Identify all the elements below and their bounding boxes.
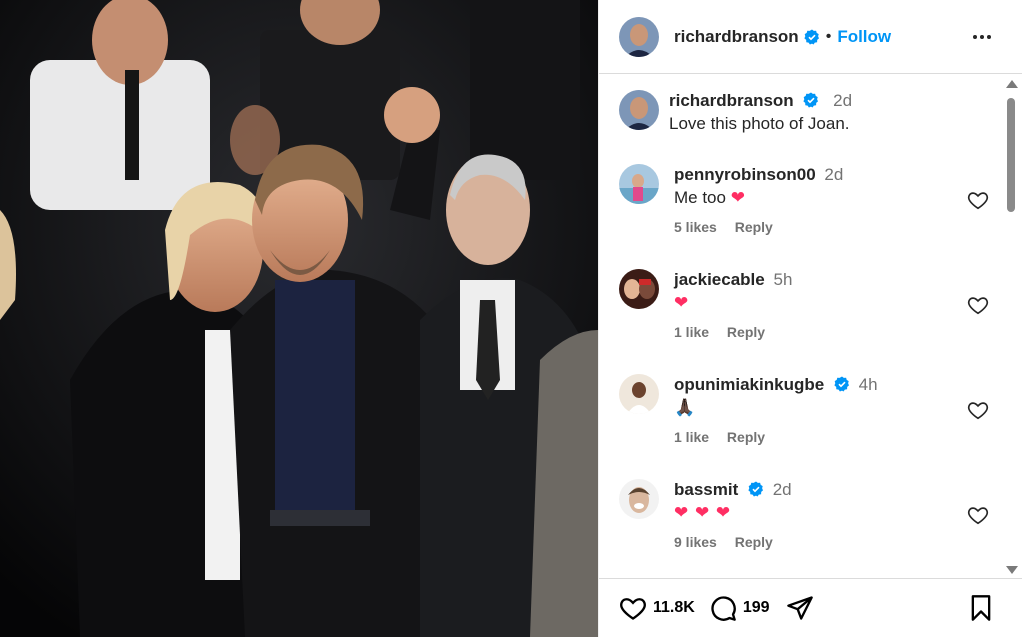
scroll-up-arrow-icon[interactable] [1006,80,1018,88]
caption-username[interactable]: richardbranson [669,91,794,110]
commenter-username[interactable]: pennyrobinson00 [674,165,816,184]
comment-likes[interactable]: 1 like [674,429,709,445]
comment-likes[interactable]: 9 likes [674,534,717,550]
commenter-avatar[interactable] [619,164,659,204]
separator-dot: • [825,27,832,45]
verified-icon [748,481,763,497]
commenter-username[interactable]: opunimiakinkugbe [674,375,824,394]
comment-time[interactable]: 4h [859,375,878,394]
post-header: richardbranson • Follow [599,0,1022,74]
post-photo[interactable] [0,0,598,637]
commenter-username[interactable]: bassmit [674,480,738,499]
comment-likes[interactable]: 1 like [674,324,709,340]
comment-time[interactable]: 2d [773,480,792,499]
reply-button[interactable]: Reply [727,429,765,445]
likes-count[interactable]: 11.8K [653,599,695,617]
comment-bubble-icon[interactable] [709,594,737,622]
heart-emoji: ❤ [674,293,689,312]
scroll-down-arrow-icon[interactable] [1006,566,1018,574]
like-comment-heart-icon[interactable] [967,399,989,421]
reply-button[interactable]: Reply [735,219,773,235]
author-avatar[interactable] [619,16,659,57]
share-paper-plane-icon[interactable] [786,594,814,622]
like-heart-icon[interactable] [619,594,647,622]
comment-time[interactable]: 2d [824,165,843,184]
comment-likes[interactable]: 5 likes [674,219,717,235]
author-avatar[interactable] [619,90,659,130]
comments-count[interactable]: 199 [743,599,770,617]
reply-button[interactable]: Reply [735,534,773,550]
commenter-username[interactable]: jackiecable [674,270,765,289]
commenter-avatar[interactable] [619,269,659,309]
praying-hands-emoji: 🙏🏿 [674,398,696,417]
like-comment-heart-icon[interactable] [967,189,989,211]
commenter-avatar[interactable] [619,374,659,414]
verified-icon [804,29,819,44]
verified-icon [803,92,819,108]
caption-time[interactable]: 2d [833,91,852,110]
more-options-icon[interactable] [971,26,993,48]
like-comment-heart-icon[interactable] [967,504,989,526]
author-username[interactable]: richardbranson [674,27,799,47]
save-bookmark-icon[interactable] [967,594,995,622]
caption-text: Love this photo of Joan. [669,114,850,133]
comment-text: Me too [674,188,726,207]
verified-icon [834,376,849,392]
post-side-panel: richardbranson • Follow richardbranson 2… [598,0,1022,637]
scroll-thumb[interactable] [1007,98,1015,212]
reply-button[interactable]: Reply [727,324,765,340]
heart-emoji: ❤ [730,188,745,207]
follow-button[interactable]: Follow [837,27,891,47]
photo-image [0,0,598,637]
comments-list[interactable]: richardbranson 2d Love this photo of Joa… [599,74,997,578]
like-comment-heart-icon[interactable] [967,294,989,316]
comments-scrollbar[interactable] [1004,80,1018,574]
post-action-bar: 11.8K 199 [599,578,1022,637]
comment-time[interactable]: 5h [773,270,792,289]
hearts-emoji: ❤ ❤ ❤ [674,503,732,522]
commenter-avatar[interactable] [619,479,659,519]
